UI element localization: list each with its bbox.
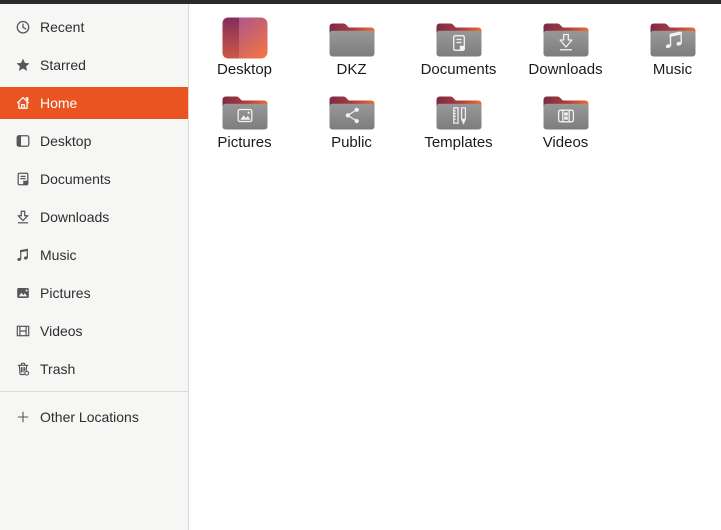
sidebar-list: Recent Starred Home Desktop Documents Downloa… bbox=[0, 11, 188, 433]
folder-videos-icon bbox=[542, 89, 590, 133]
file-item-public[interactable]: Public bbox=[298, 86, 405, 159]
sidebar-item-desktop[interactable]: Desktop bbox=[0, 125, 188, 157]
sidebar-item-videos[interactable]: Videos bbox=[0, 315, 188, 347]
desktop-gradient-folder-icon bbox=[221, 16, 269, 60]
sidebar-item-label: Starred bbox=[40, 57, 86, 73]
sidebar-item-trash[interactable]: Trash bbox=[0, 353, 188, 385]
file-browser-pane: Desktop DKZ Documents Downloads Music Picture… bbox=[189, 4, 721, 530]
file-item-label: DKZ bbox=[336, 61, 367, 78]
picture-icon bbox=[15, 285, 31, 301]
folder-music-icon bbox=[649, 16, 697, 60]
folder-documents-icon bbox=[435, 16, 483, 60]
download-arrow-icon bbox=[15, 209, 31, 225]
desktop-icon bbox=[15, 133, 31, 149]
folder-icon bbox=[328, 16, 376, 60]
sidebar-item-label: Desktop bbox=[40, 133, 92, 149]
file-item-label: Desktop bbox=[216, 61, 273, 78]
sidebar-item-music[interactable]: Music bbox=[0, 239, 188, 271]
documents-icon bbox=[15, 171, 31, 187]
trash-icon bbox=[15, 361, 31, 377]
sidebar-item-label: Pictures bbox=[40, 285, 91, 301]
recent-clock-icon bbox=[15, 19, 31, 35]
folder-templates-icon bbox=[435, 89, 483, 133]
file-item-label: Public bbox=[331, 134, 372, 151]
sidebar-item-label: Documents bbox=[40, 171, 111, 187]
sidebar-item-downloads[interactable]: Downloads bbox=[0, 201, 188, 233]
sidebar-item-home[interactable]: Home bbox=[0, 87, 188, 119]
places-sidebar: Recent Starred Home Desktop Documents Downloa… bbox=[0, 4, 189, 530]
sidebar-item-label: Other Locations bbox=[40, 409, 139, 425]
folder-share-icon bbox=[328, 89, 376, 133]
sidebar-item-label: Downloads bbox=[40, 209, 110, 225]
folder-pictures-icon bbox=[221, 89, 269, 133]
sidebar-item-label: Home bbox=[40, 95, 78, 111]
file-item-label: Videos bbox=[542, 134, 589, 151]
file-item-downloads[interactable]: Downloads bbox=[512, 13, 619, 86]
plus-icon bbox=[15, 409, 31, 425]
star-icon bbox=[15, 57, 31, 73]
file-item-pictures[interactable]: Pictures bbox=[191, 86, 298, 159]
file-manager-window: Recent Starred Home Desktop Documents Downloa… bbox=[0, 4, 721, 530]
sidebar-item-documents[interactable]: Documents bbox=[0, 163, 188, 195]
sidebar-item-pictures[interactable]: Pictures bbox=[0, 277, 188, 309]
file-item-label: Downloads bbox=[528, 61, 603, 78]
home-icon bbox=[15, 95, 31, 111]
file-item-templates[interactable]: Templates bbox=[405, 86, 512, 159]
sidebar-item-label: Trash bbox=[40, 361, 76, 377]
file-item-dkz[interactable]: DKZ bbox=[298, 13, 405, 86]
sidebar-item-label: Music bbox=[40, 247, 77, 263]
sidebar-item-starred[interactable]: Starred bbox=[0, 49, 188, 81]
sidebar-item-label: Recent bbox=[40, 19, 85, 35]
sidebar-separator bbox=[0, 391, 188, 392]
sidebar-item-other-locations[interactable]: Other Locations bbox=[0, 401, 188, 433]
file-item-desktop[interactable]: Desktop bbox=[191, 13, 298, 86]
file-item-label: Documents bbox=[420, 61, 497, 78]
music-note-icon bbox=[15, 247, 31, 263]
sidebar-item-recent[interactable]: Recent bbox=[0, 11, 188, 43]
file-item-label: Music bbox=[652, 61, 693, 78]
file-item-music[interactable]: Music bbox=[619, 13, 721, 86]
file-item-documents[interactable]: Documents bbox=[405, 13, 512, 86]
file-grid: Desktop DKZ Documents Downloads Music Picture… bbox=[191, 13, 721, 159]
folder-downloads-icon bbox=[542, 16, 590, 60]
file-item-videos[interactable]: Videos bbox=[512, 86, 619, 159]
sidebar-item-label: Videos bbox=[40, 323, 83, 339]
film-strip-icon bbox=[15, 323, 31, 339]
file-item-label: Pictures bbox=[217, 134, 272, 151]
file-item-label: Templates bbox=[424, 134, 493, 151]
